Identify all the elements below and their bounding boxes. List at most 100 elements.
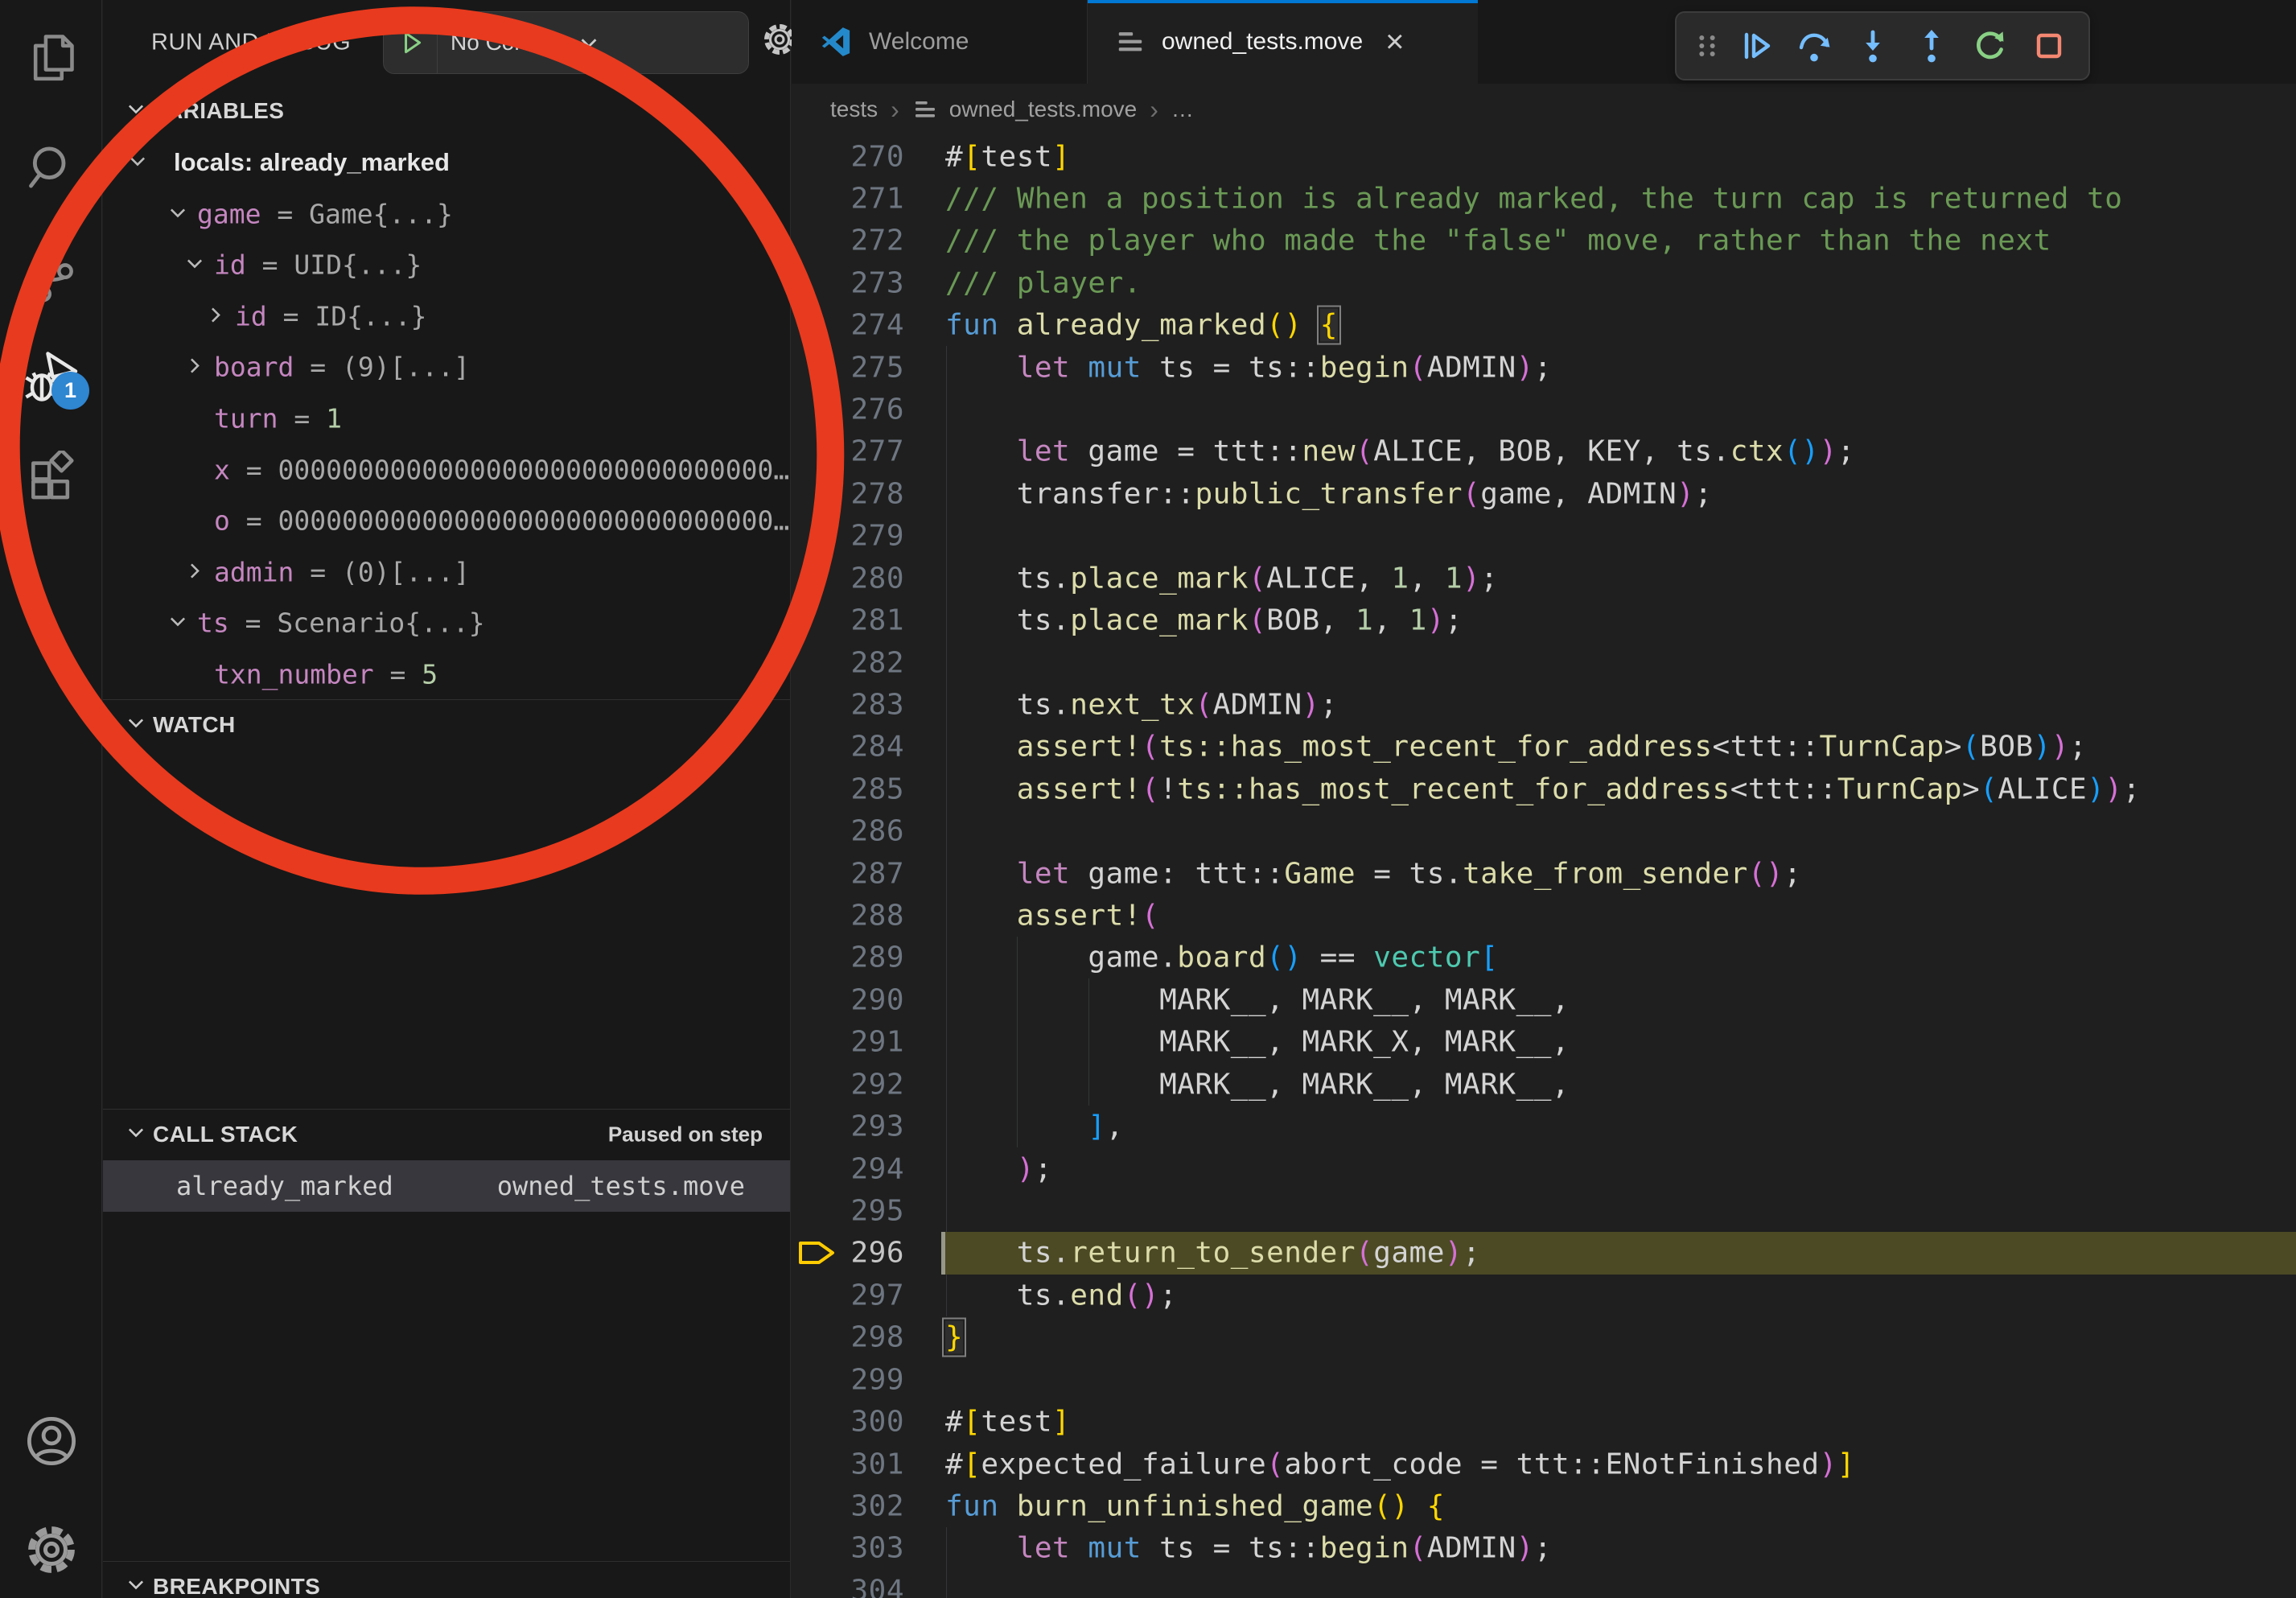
line-number[interactable]: 292 xyxy=(792,1068,904,1101)
chevron-down-icon[interactable] xyxy=(184,249,205,281)
line-number[interactable]: 284 xyxy=(792,731,904,764)
watch-section-header[interactable]: WATCH xyxy=(103,699,790,751)
code-line-283[interactable]: 283 ts.next_tx(ADMIN); xyxy=(792,683,2296,726)
code-line-296[interactable]: 296 ts.return_to_sender(game); xyxy=(792,1232,2296,1275)
call-stack-frame-row[interactable]: already_marked owned_tests.move xyxy=(103,1160,790,1212)
code-line-288[interactable]: 288 assert!( xyxy=(792,895,2296,937)
line-number[interactable]: 281 xyxy=(792,604,904,637)
step-over-icon[interactable] xyxy=(1789,20,1840,72)
code-line-273[interactable]: 273/// player. xyxy=(792,262,2296,304)
code-line-276[interactable]: 276 xyxy=(792,389,2296,431)
line-number[interactable]: 270 xyxy=(792,140,904,173)
search-icon[interactable] xyxy=(0,128,102,205)
chevron-down-icon[interactable] xyxy=(127,147,148,179)
variable-row-id[interactable]: id = ID{...} xyxy=(103,290,790,342)
line-number[interactable]: 273 xyxy=(792,266,904,299)
call-stack-section-header[interactable]: CALL STACK Paused on step xyxy=(103,1109,790,1160)
line-number[interactable]: 296 xyxy=(792,1237,904,1270)
line-number[interactable]: 272 xyxy=(792,224,904,257)
code-line-274[interactable]: 274fun already_marked() { xyxy=(792,304,2296,347)
variable-row-game[interactable]: game = Game{...} xyxy=(103,188,790,240)
code-line-300[interactable]: 300#[test] xyxy=(792,1401,2296,1444)
line-number[interactable]: 289 xyxy=(792,941,904,974)
line-number[interactable]: 302 xyxy=(792,1489,904,1522)
chevron-down-icon[interactable] xyxy=(167,607,188,639)
line-number[interactable]: 300 xyxy=(792,1406,904,1439)
line-number[interactable]: 279 xyxy=(792,520,904,553)
line-number[interactable]: 303 xyxy=(792,1532,904,1565)
code-line-302[interactable]: 302fun burn_unfinished_game() { xyxy=(792,1485,2296,1527)
chevron-right-icon[interactable] xyxy=(184,352,205,383)
code-line-295[interactable]: 295 xyxy=(792,1190,2296,1233)
chevron-right-icon[interactable] xyxy=(205,300,226,332)
code-line-270[interactable]: 270#[test] xyxy=(792,135,2296,178)
variable-row-board[interactable]: board = (9)[...] xyxy=(103,341,790,393)
line-number[interactable]: 288 xyxy=(792,900,904,933)
code-line-301[interactable]: 301#[expected_failure(abort_code = ttt::… xyxy=(792,1443,2296,1485)
tab-welcome[interactable]: Welcome xyxy=(792,0,1088,84)
code-line-271[interactable]: 271/// When a position is already marked… xyxy=(792,177,2296,220)
debug-config-dropdown[interactable]: No Configur xyxy=(383,11,749,74)
code-line-272[interactable]: 272/// the player who made the "false" m… xyxy=(792,220,2296,262)
code-editor[interactable]: 270#[test]271/// When a position is alre… xyxy=(792,135,2296,1598)
line-number[interactable]: 274 xyxy=(792,309,904,342)
code-line-280[interactable]: 280 ts.place_mark(ALICE, 1, 1); xyxy=(792,557,2296,599)
restart-icon[interactable] xyxy=(1965,20,2015,72)
breadcrumb-folder[interactable]: tests xyxy=(830,97,878,122)
code-line-278[interactable]: 278 transfer::public_transfer(game, ADMI… xyxy=(792,472,2296,515)
tab-owned-tests-move[interactable]: owned_tests.move × xyxy=(1088,0,1478,84)
variable-row-ts[interactable]: ts = Scenario{...} xyxy=(103,597,790,649)
account-icon[interactable] xyxy=(0,1402,102,1480)
code-line-285[interactable]: 285 assert!(!ts::has_most_recent_for_add… xyxy=(792,768,2296,810)
code-line-298[interactable]: 298} xyxy=(792,1316,2296,1359)
step-into-icon[interactable] xyxy=(1848,20,1899,72)
variable-row-id[interactable]: id = UID{...} xyxy=(103,239,790,290)
line-number[interactable]: 276 xyxy=(792,393,904,426)
line-number[interactable]: 295 xyxy=(792,1195,904,1228)
settings-gear-icon[interactable] xyxy=(0,1511,102,1588)
code-line-294[interactable]: 294 ); xyxy=(792,1147,2296,1190)
line-number[interactable]: 271 xyxy=(792,182,904,215)
line-number[interactable]: 293 xyxy=(792,1110,904,1143)
close-icon[interactable]: × xyxy=(1385,26,1404,58)
code-line-281[interactable]: 281 ts.place_mark(BOB, 1, 1); xyxy=(792,599,2296,642)
code-line-304[interactable]: 304 xyxy=(792,1569,2296,1598)
stop-icon[interactable] xyxy=(2023,20,2074,72)
code-line-297[interactable]: 297 ts.end(); xyxy=(792,1274,2296,1316)
breadcrumb-file[interactable]: owned_tests.move xyxy=(949,97,1137,122)
code-line-292[interactable]: 292 MARK__, MARK__, MARK__, xyxy=(792,1063,2296,1106)
drag-handle-icon[interactable] xyxy=(1691,20,1722,72)
breakpoints-section-header[interactable]: BREAKPOINTS xyxy=(103,1561,790,1598)
step-out-icon[interactable] xyxy=(1907,20,1957,72)
line-number[interactable]: 282 xyxy=(792,646,904,679)
line-number[interactable]: 283 xyxy=(792,688,904,721)
line-number[interactable]: 278 xyxy=(792,477,904,510)
code-line-277[interactable]: 277 let game = ttt::new(ALICE, BOB, KEY,… xyxy=(792,430,2296,473)
variable-row-admin[interactable]: admin = (0)[...] xyxy=(103,546,790,598)
code-line-289[interactable]: 289 game.board() == vector[ xyxy=(792,937,2296,979)
variables-section-header[interactable]: VARIABLES xyxy=(103,85,790,137)
code-line-303[interactable]: 303 let mut ts = ts::begin(ADMIN); xyxy=(792,1527,2296,1570)
code-line-279[interactable]: 279 xyxy=(792,515,2296,558)
breadcrumb-symbol[interactable]: … xyxy=(1171,97,1194,122)
code-line-282[interactable]: 282 xyxy=(792,641,2296,684)
code-line-299[interactable]: 299 xyxy=(792,1358,2296,1401)
line-number[interactable]: 280 xyxy=(792,562,904,595)
run-debug-icon[interactable] xyxy=(0,338,102,415)
line-number[interactable]: 286 xyxy=(792,815,904,848)
line-number[interactable]: 287 xyxy=(792,857,904,890)
variables-scope-row[interactable]: locals: already_marked xyxy=(103,137,790,188)
variable-row-o[interactable]: o = 0000000000000000000000000000000… xyxy=(103,495,790,546)
code-line-291[interactable]: 291 MARK__, MARK_X, MARK__, xyxy=(792,1021,2296,1064)
line-number[interactable]: 301 xyxy=(792,1448,904,1481)
variable-row-x[interactable]: x = 0000000000000000000000000000000… xyxy=(103,444,790,496)
line-number[interactable]: 299 xyxy=(792,1363,904,1396)
line-number[interactable]: 291 xyxy=(792,1026,904,1059)
variable-row-turn[interactable]: turn = 1 xyxy=(103,393,790,444)
files-icon[interactable] xyxy=(0,19,102,96)
source-control-icon[interactable] xyxy=(0,241,102,318)
code-line-290[interactable]: 290 MARK__, MARK__, MARK__, xyxy=(792,978,2296,1021)
code-line-275[interactable]: 275 let mut ts = ts::begin(ADMIN); xyxy=(792,346,2296,389)
variable-row-txn_number[interactable]: txn_number = 5 xyxy=(103,649,790,700)
code-line-293[interactable]: 293 ], xyxy=(792,1106,2296,1148)
